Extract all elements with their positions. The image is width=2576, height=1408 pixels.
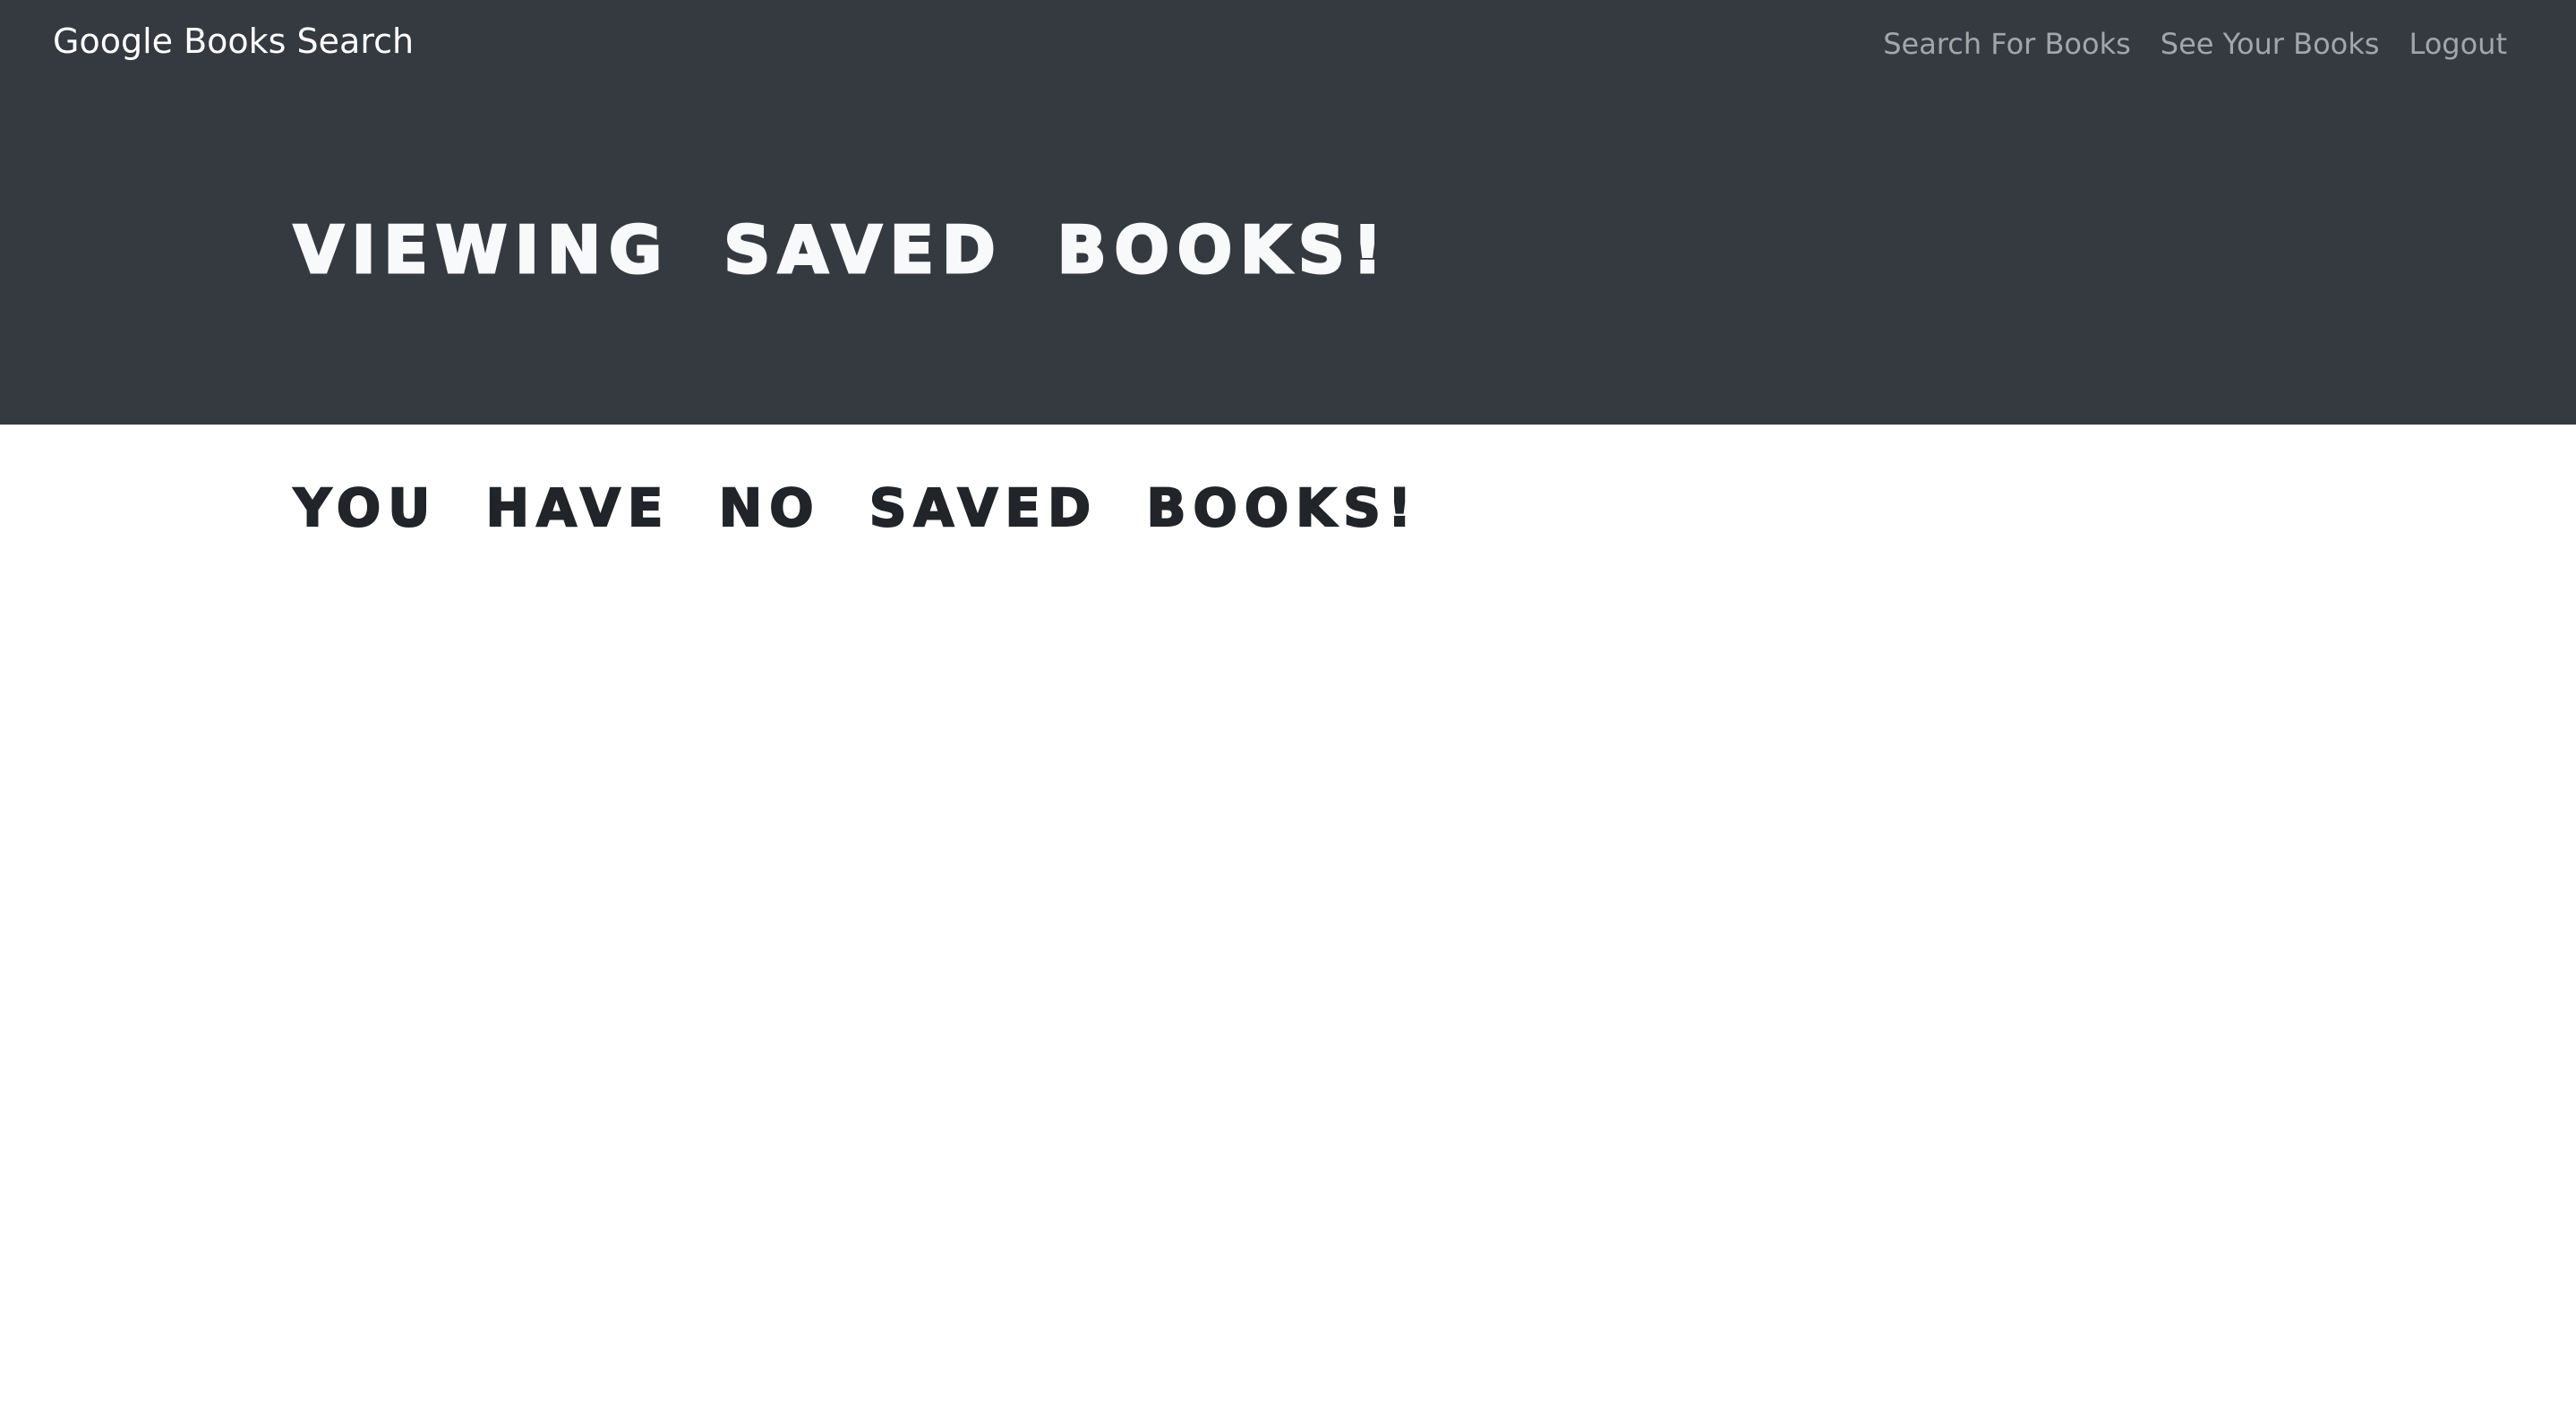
nav-link-logout[interactable]: Logout	[2409, 27, 2507, 61]
top-navbar: Google Books Search Search For Books See…	[0, 0, 2576, 91]
nav-link-search-books[interactable]: Search For Books	[1883, 27, 2131, 61]
nav-links: Search For Books See Your Books Logout	[1883, 27, 2507, 61]
page-title: VIEWING SAVED BOOKS!	[293, 211, 1391, 289]
hero-banner: VIEWING SAVED BOOKS!	[0, 91, 2576, 425]
brand-link[interactable]: Google Books Search	[53, 21, 414, 61]
nav-link-saved-books[interactable]: See Your Books	[2161, 27, 2380, 61]
empty-state-message: YOU HAVE NO SAVED BOOKS!	[293, 476, 1419, 539]
